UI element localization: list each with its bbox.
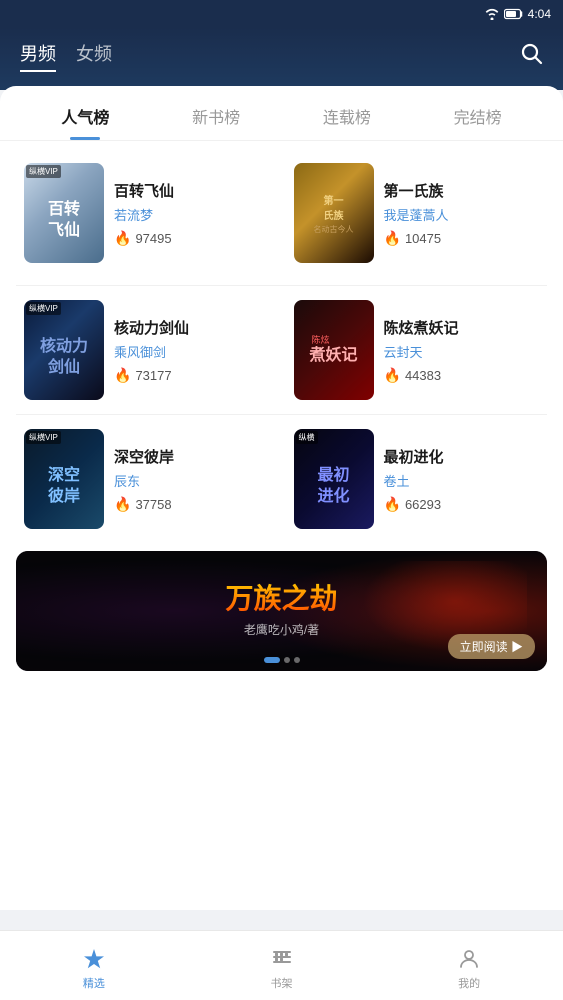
book-author-4: 云封天 [384, 342, 540, 361]
dot-3 [294, 657, 300, 663]
list-item[interactable]: 纵横VIP 深空彼岸 深空彼岸 辰东 🔥 37758 [16, 419, 278, 539]
book-heat-4: 🔥 44383 [384, 367, 540, 384]
book-title-2: 第一氏族 [384, 180, 540, 201]
dot-1 [264, 657, 280, 663]
book-info-1: 百转飞仙 若流梦 🔥 97495 [114, 180, 270, 247]
book-list: 纵横VIP 百转飞仙 百转飞仙 若流梦 🔥 97495 第一氏族 名动古今人 [0, 141, 563, 285]
fire-icon-6: 🔥 [384, 496, 401, 513]
header-nav: 男频 女频 [20, 40, 499, 72]
nav-tab-profile[interactable]: 我的 [375, 941, 563, 991]
dot-2 [284, 657, 290, 663]
book-author-5: 辰东 [114, 471, 270, 490]
book-cover-1: 纵横VIP 百转飞仙 [24, 163, 104, 263]
heat-value-6: 66293 [405, 497, 441, 512]
book-author-1: 若流梦 [114, 205, 270, 224]
profile-icon [457, 947, 481, 971]
search-button[interactable] [519, 41, 543, 71]
tabs-bar: 人气榜 新书榜 连载榜 完结榜 [0, 86, 563, 141]
status-bar: 4:04 [0, 0, 563, 28]
nav-tab-shelf-label: 书架 [271, 975, 293, 991]
cover-title-1: 百转飞仙 [48, 200, 80, 242]
tab-new[interactable]: 新书榜 [151, 104, 282, 140]
nav-tab-featured-label: 精选 [83, 975, 105, 991]
book-author-2: 我是蓬蒿人 [384, 205, 540, 224]
book-heat-2: 🔥 10475 [384, 230, 540, 247]
book-author-3: 乘风御剑 [114, 342, 270, 361]
book-cover-2: 第一氏族 名动古今人 [294, 163, 374, 263]
cover-title-4: 煮妖记 [309, 346, 357, 367]
book-heat-5: 🔥 37758 [114, 496, 270, 513]
list-item[interactable]: 纵横 最初进化 最初进化 卷土 🔥 66293 [286, 419, 548, 539]
book-list-3: 纵横VIP 深空彼岸 深空彼岸 辰东 🔥 37758 纵横 最初进化 最初进化 … [0, 415, 563, 543]
banner-dots [264, 657, 300, 663]
fire-icon-1: 🔥 [114, 230, 131, 247]
list-item[interactable]: 陈炫 煮妖记 陈炫煮妖记 云封天 🔥 44383 [286, 290, 548, 410]
status-time: 4:04 [528, 7, 551, 21]
cover-badge-3: 纵横VIP [26, 302, 61, 315]
book-info-3: 核动力剑仙 乘风御剑 🔥 73177 [114, 317, 270, 384]
nav-tab-shelf[interactable]: 书架 [188, 941, 376, 991]
list-item[interactable]: 纵横VIP 核动力剑仙 核动力剑仙 乘风御剑 🔥 73177 [16, 290, 278, 410]
cover-badge-1: 纵横VIP [26, 165, 61, 178]
book-cover-6: 纵横 最初进化 [294, 429, 374, 529]
banner-read-button[interactable]: 立即阅读 ▶ [448, 634, 535, 659]
cover-title-3: 核动力剑仙 [40, 337, 88, 379]
heat-value-2: 10475 [405, 231, 441, 246]
list-item[interactable]: 纵横VIP 百转飞仙 百转飞仙 若流梦 🔥 97495 [16, 153, 278, 273]
cover-sub-2: 名动古今人 [314, 224, 354, 235]
book-title-5: 深空彼岸 [114, 446, 270, 467]
list-item[interactable]: 第一氏族 名动古今人 第一氏族 我是蓬蒿人 🔥 10475 [286, 153, 548, 273]
heat-value-1: 97495 [135, 231, 171, 246]
cover-badge-4: 陈炫 [309, 333, 329, 346]
book-author-6: 卷土 [384, 471, 540, 490]
book-info-2: 第一氏族 我是蓬蒿人 🔥 10475 [384, 180, 540, 247]
fire-icon-5: 🔥 [114, 496, 131, 513]
battery-icon [504, 8, 524, 20]
banner[interactable]: 万族之劫 老鹰吃小鸡/著 立即阅读 ▶ [16, 551, 547, 671]
book-heat-1: 🔥 97495 [114, 230, 270, 247]
fire-icon-2: 🔥 [384, 230, 401, 247]
heat-value-5: 37758 [135, 497, 171, 512]
cover-badge-6: 纵横 [296, 431, 318, 444]
nav-male[interactable]: 男频 [20, 40, 56, 72]
bottom-nav: 精选 书架 我的 [0, 930, 563, 1000]
book-title-1: 百转飞仙 [114, 180, 270, 201]
book-heat-3: 🔥 73177 [114, 367, 270, 384]
nav-tab-featured[interactable]: 精选 [0, 941, 188, 991]
book-info-5: 深空彼岸 辰东 🔥 37758 [114, 446, 270, 513]
heat-value-3: 73177 [135, 368, 171, 383]
book-heat-6: 🔥 66293 [384, 496, 540, 513]
banner-subtitle: 老鹰吃小鸡/著 [244, 621, 319, 638]
nav-female[interactable]: 女频 [76, 40, 112, 72]
main-content: 人气榜 新书榜 连载榜 完结榜 纵横VIP 百转飞仙 百转飞仙 若流梦 🔥 97… [0, 86, 563, 910]
book-title-4: 陈炫煮妖记 [384, 317, 540, 338]
book-title-3: 核动力剑仙 [114, 317, 270, 338]
book-cover-4: 陈炫 煮妖记 [294, 300, 374, 400]
header: 男频 女频 [0, 28, 563, 90]
cover-title-5: 深空彼岸 [48, 466, 80, 508]
cover-badge-5: 纵横VIP [26, 431, 61, 444]
shelf-icon [270, 947, 294, 971]
book-info-4: 陈炫煮妖记 云封天 🔥 44383 [384, 317, 540, 384]
cover-title-2: 第一氏族 [324, 192, 344, 222]
book-cover-3: 纵横VIP 核动力剑仙 [24, 300, 104, 400]
nav-tab-profile-label: 我的 [458, 975, 480, 991]
status-icons: 4:04 [484, 7, 551, 21]
tab-popular[interactable]: 人气榜 [20, 104, 151, 140]
featured-icon [82, 947, 106, 971]
book-list-2: 纵横VIP 核动力剑仙 核动力剑仙 乘风御剑 🔥 73177 陈炫 煮妖记 [0, 286, 563, 414]
wifi-icon [484, 8, 500, 20]
cover-title-6: 最初进化 [317, 466, 349, 508]
book-cover-5: 纵横VIP 深空彼岸 [24, 429, 104, 529]
fire-icon-3: 🔥 [114, 367, 131, 384]
banner-title: 万族之劫 [225, 577, 337, 617]
fire-icon-4: 🔥 [384, 367, 401, 384]
heat-value-4: 44383 [405, 368, 441, 383]
tab-complete[interactable]: 完结榜 [412, 104, 543, 140]
book-info-6: 最初进化 卷土 🔥 66293 [384, 446, 540, 513]
tab-serial[interactable]: 连载榜 [282, 104, 413, 140]
book-title-6: 最初进化 [384, 446, 540, 467]
